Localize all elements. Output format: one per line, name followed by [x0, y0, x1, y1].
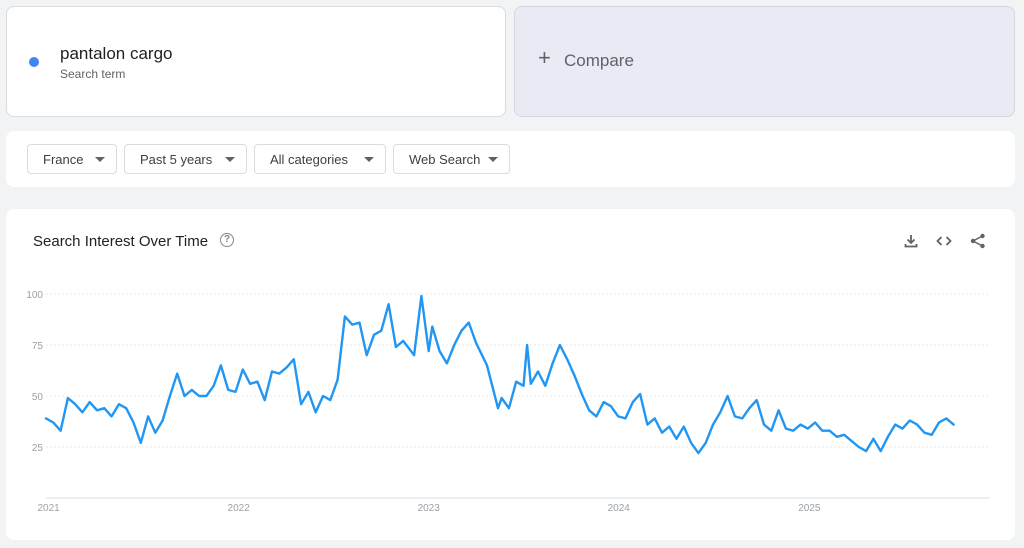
interest-line-chart: 25 50 75 100 2021 2022 2023 2024 2025 [26, 290, 990, 514]
x-tick-label: 2021 [37, 503, 60, 514]
interest-over-time-panel: Search Interest Over Time ? 25 50 75 100 202… [6, 209, 1015, 540]
y-tick-label: 25 [32, 443, 44, 454]
region-dropdown-label: France [43, 151, 84, 167]
region-dropdown[interactable]: France [27, 144, 117, 174]
plus-icon: + [538, 45, 551, 70]
y-tick-label: 100 [26, 290, 43, 301]
caret-down-icon [225, 157, 235, 162]
time-range-dropdown-label: Past 5 years [140, 151, 213, 167]
series-color-dot [29, 57, 39, 67]
category-dropdown[interactable]: All categories [254, 144, 386, 174]
caret-down-icon [95, 157, 105, 162]
x-tick-label: 2024 [608, 503, 631, 514]
search-term-sublabel: Search term [60, 67, 126, 81]
series-line [44, 294, 955, 455]
compare-button[interactable]: + Compare [514, 6, 1015, 117]
y-tick-label: 50 [32, 392, 44, 403]
x-tick-label: 2025 [798, 503, 821, 514]
search-term-card[interactable]: pantalon cargo Search term [6, 6, 506, 117]
search-type-dropdown-label: Web Search [409, 151, 481, 167]
search-type-dropdown[interactable]: Web Search [393, 144, 510, 174]
compare-label: Compare [564, 51, 634, 70]
search-term-name[interactable]: pantalon cargo [60, 44, 172, 64]
y-tick-label: 75 [32, 341, 44, 352]
x-tick-label: 2023 [418, 503, 441, 514]
x-tick-label: 2022 [228, 503, 251, 514]
caret-down-icon [364, 157, 374, 162]
time-range-dropdown[interactable]: Past 5 years [124, 144, 247, 174]
category-dropdown-label: All categories [270, 151, 349, 167]
caret-down-icon [488, 157, 498, 162]
filter-bar: France Past 5 years All categories Web S… [6, 131, 1015, 187]
